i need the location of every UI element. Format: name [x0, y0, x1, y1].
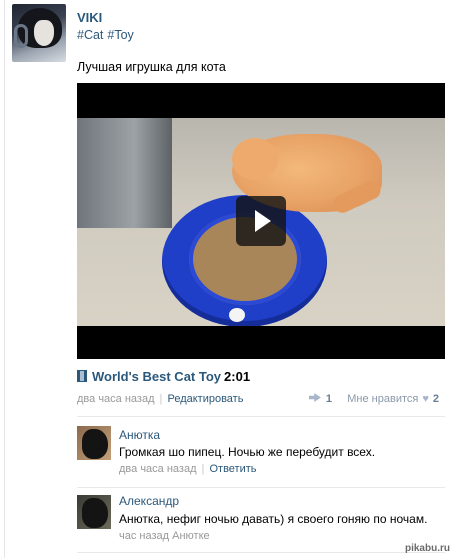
- like-label: Мне нравится: [347, 393, 419, 405]
- video-player[interactable]: [77, 83, 445, 359]
- like-count: 2: [432, 393, 439, 405]
- heart-icon: ♥: [422, 393, 429, 405]
- comment-author[interactable]: Александр: [119, 494, 179, 508]
- film-icon: [77, 370, 87, 382]
- post-author-name[interactable]: VIKI: [77, 10, 102, 25]
- post-actions: 1 Мне нравится ♥ 2: [308, 393, 439, 405]
- share-button[interactable]: 1: [308, 393, 332, 405]
- divider: [77, 552, 445, 553]
- comment-time[interactable]: два часа назад: [119, 463, 196, 475]
- comment-text: Громкая шо пипец. Ночью же перебудит все…: [119, 445, 376, 459]
- tag-link[interactable]: #Toy: [107, 28, 133, 42]
- comment-avatar[interactable]: [77, 495, 111, 529]
- comment-meta: час назад Анютке: [119, 530, 210, 542]
- megaphone-icon: [308, 393, 321, 402]
- comment-author[interactable]: Анютка: [119, 428, 160, 442]
- edit-link[interactable]: Редактировать: [167, 393, 243, 405]
- divider: [77, 416, 445, 417]
- reply-to-link[interactable]: Анютке: [172, 530, 210, 542]
- watermark: pikabu.ru: [404, 543, 450, 554]
- post-time[interactable]: два часа назад: [77, 393, 154, 405]
- play-icon[interactable]: [236, 196, 286, 246]
- like-button[interactable]: Мне нравится ♥ 2: [347, 393, 439, 405]
- video-title-row[interactable]: World's Best Cat Toy 2:01: [77, 369, 250, 384]
- comment-meta: два часа назад | Ответить: [119, 463, 257, 475]
- reply-link[interactable]: Ответить: [209, 463, 256, 475]
- author-avatar[interactable]: [12, 4, 66, 62]
- page-left-border: [4, 0, 5, 558]
- comment-avatar[interactable]: [77, 426, 111, 460]
- share-count: 1: [325, 393, 332, 405]
- comment-time[interactable]: час назад: [119, 530, 169, 542]
- video-duration: 2:01: [224, 369, 251, 384]
- post-text: Лучшая игрушка для кота: [77, 60, 226, 74]
- post-tags: #Cat #Toy: [77, 28, 138, 42]
- post-meta: два часа назад | Редактировать 1 Мне нра…: [77, 393, 439, 405]
- tag-link[interactable]: #Cat: [77, 28, 103, 42]
- comment-text: Анютка, нефиг ночью давать) я своего гон…: [119, 512, 428, 526]
- video-title[interactable]: World's Best Cat Toy: [92, 369, 221, 384]
- divider: [77, 487, 445, 488]
